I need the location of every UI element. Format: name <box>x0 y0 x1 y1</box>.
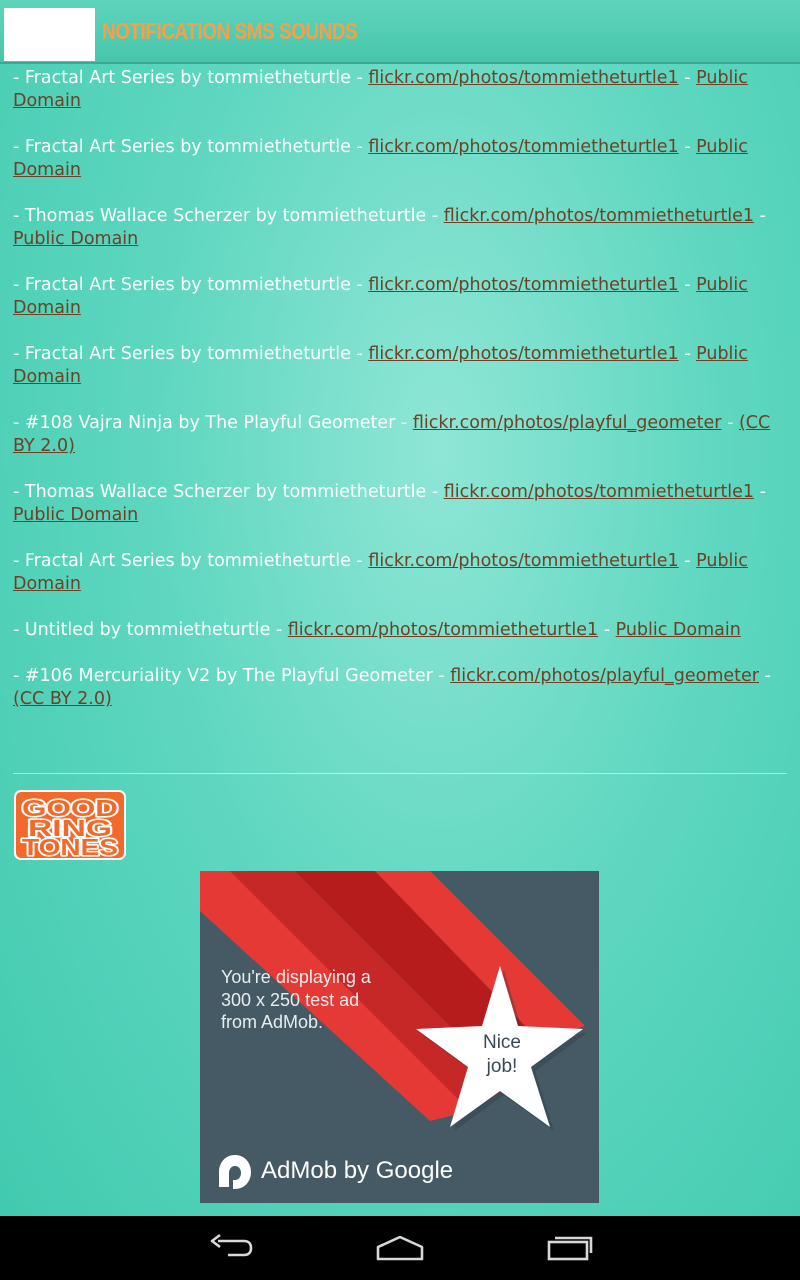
credit-separator: - <box>678 551 697 571</box>
app-header: NOTIFICATION SMS SOUNDS <box>0 0 800 64</box>
credit-source-link[interactable]: flickr.com/photos/tommietheturtle1 <box>368 551 678 571</box>
recents-button[interactable] <box>520 1216 620 1280</box>
credit-item: - Fractal Art Series by tommietheturtle … <box>13 136 788 182</box>
credit-separator: - <box>678 68 697 88</box>
credit-separator: - <box>678 275 697 295</box>
credit-item: - Fractal Art Series by tommietheturtle … <box>13 343 788 389</box>
ad-message: You're displaying a 300 x 250 test ad fr… <box>221 967 371 1032</box>
ad-stripes-graphic <box>200 871 587 1131</box>
credit-license-link[interactable]: Public Domain <box>13 229 138 249</box>
credit-source-link[interactable]: flickr.com/photos/playful_geometer <box>413 413 722 433</box>
app-icon-placeholder[interactable] <box>4 8 95 61</box>
credit-item: - Fractal Art Series by tommietheturtle … <box>13 550 788 596</box>
system-nav-bar <box>0 1216 800 1280</box>
credit-text: - Thomas Wallace Scherzer by tommiethetu… <box>13 482 444 502</box>
home-icon <box>376 1235 424 1261</box>
credit-item: - #108 Vajra Ninja by The Playful Geomet… <box>13 412 788 458</box>
logo-line-3: TONES <box>22 834 118 858</box>
credit-separator: - <box>598 620 616 640</box>
credit-separator: - <box>721 413 739 433</box>
credit-item: - Untitled by tommietheturtle - flickr.c… <box>13 619 788 642</box>
credit-source-link[interactable]: flickr.com/photos/tommietheturtle1 <box>444 206 754 226</box>
credit-license-link[interactable]: (CC BY 2.0) <box>13 689 112 709</box>
recents-icon <box>547 1236 593 1261</box>
admob-logo-icon <box>219 1155 251 1189</box>
credit-text: - #106 Mercuriality V2 by The Playful Ge… <box>13 666 451 686</box>
admob-test-ad[interactable]: Nice job! You're displaying a 300 x 250 … <box>200 871 599 1203</box>
credit-text: - #108 Vajra Ninja by The Playful Geomet… <box>13 413 413 433</box>
credit-source-link[interactable]: flickr.com/photos/tommietheturtle1 <box>288 620 598 640</box>
credits-list: - Fractal Art Series by tommietheturtle … <box>13 67 788 734</box>
home-button[interactable] <box>350 1216 450 1280</box>
credit-license-link[interactable]: Public Domain <box>13 505 138 525</box>
credit-item: - Thomas Wallace Scherzer by tommiethetu… <box>13 481 788 527</box>
back-icon <box>210 1233 253 1257</box>
credit-item: - Fractal Art Series by tommietheturtle … <box>13 274 788 320</box>
credit-source-link[interactable]: flickr.com/photos/playful_geometer <box>450 666 759 686</box>
credit-source-link[interactable]: flickr.com/photos/tommietheturtle1 <box>368 68 678 88</box>
credit-source-link[interactable]: flickr.com/photos/tommietheturtle1 <box>368 275 678 295</box>
divider <box>13 773 787 774</box>
back-button[interactable] <box>180 1216 280 1280</box>
credit-source-link[interactable]: flickr.com/photos/tommietheturtle1 <box>444 482 754 502</box>
page-title: NOTIFICATION SMS SOUNDS <box>102 18 358 44</box>
good-ringtones-logo[interactable]: GOOD RING TONES <box>14 790 126 860</box>
credit-text: - Untitled by tommietheturtle - <box>13 620 288 640</box>
credit-separator: - <box>758 666 771 686</box>
ad-brand-label: AdMob by Google <box>261 1157 454 1184</box>
credit-text: - Fractal Art Series by tommietheturtle … <box>13 137 369 157</box>
credit-text: - Thomas Wallace Scherzer by tommiethetu… <box>13 206 444 226</box>
credit-source-link[interactable]: flickr.com/photos/tommietheturtle1 <box>368 137 678 157</box>
credit-license-link[interactable]: Public Domain <box>616 620 741 640</box>
credit-text: - Fractal Art Series by tommietheturtle … <box>13 275 369 295</box>
ad-brand: AdMob by Google <box>217 1153 453 1191</box>
credit-separator: - <box>678 137 697 157</box>
credit-source-link[interactable]: flickr.com/photos/tommietheturtle1 <box>368 344 678 364</box>
credit-text: - Fractal Art Series by tommietheturtle … <box>13 551 369 571</box>
credit-separator: - <box>754 206 766 226</box>
credit-text: - Fractal Art Series by tommietheturtle … <box>13 344 369 364</box>
credit-item: - Thomas Wallace Scherzer by tommiethetu… <box>13 205 788 251</box>
credit-item: - #106 Mercuriality V2 by The Playful Ge… <box>13 665 788 711</box>
ad-star-text: Nice job! <box>482 1032 521 1077</box>
credit-separator: - <box>678 344 697 364</box>
credit-text: - Fractal Art Series by tommietheturtle … <box>13 68 369 88</box>
logo-graphic: GOOD RING TONES <box>20 793 119 858</box>
credit-item: - Fractal Art Series by tommietheturtle … <box>13 67 788 113</box>
credit-separator: - <box>754 482 766 502</box>
